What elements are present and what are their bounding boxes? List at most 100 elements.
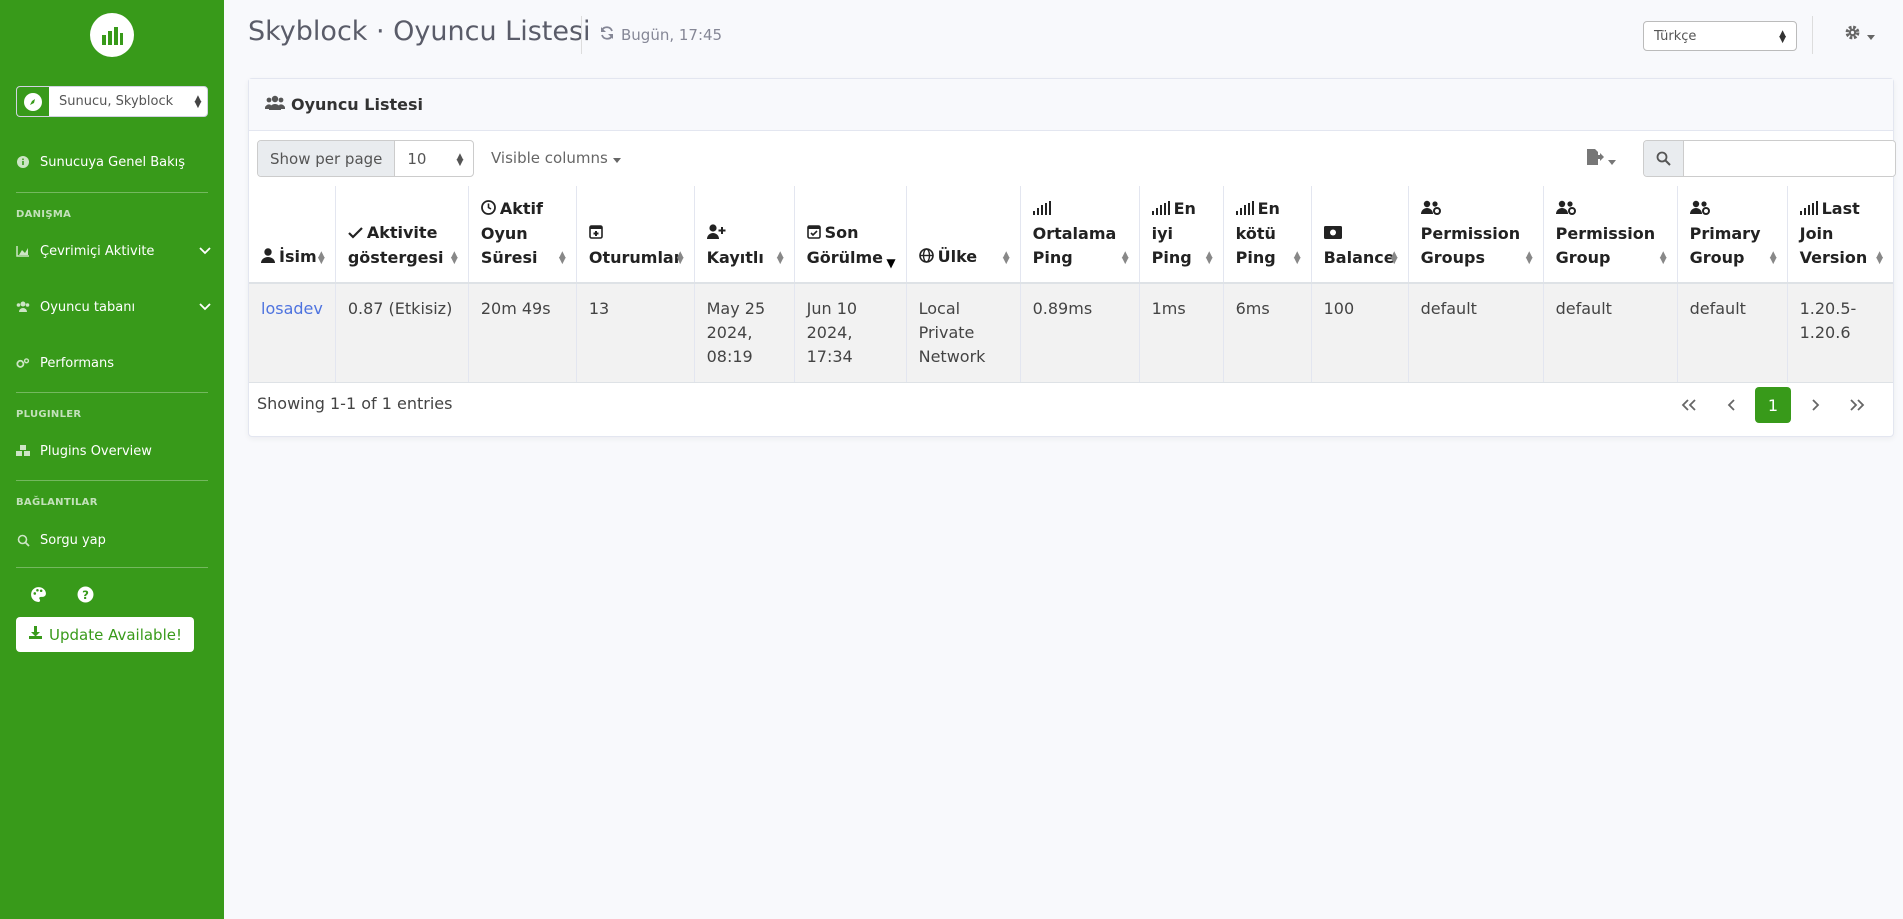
header-divider — [1812, 16, 1813, 54]
per-page-control: Show per page 10 ▲ ▼ — [257, 140, 475, 177]
cell-primary-group: default — [1677, 283, 1788, 383]
page-button-current[interactable]: 1 — [1755, 387, 1791, 423]
sidebar-section-links: BAĞLANTILAR — [16, 497, 98, 508]
sidebar: Sunucu, Skyblock ▲ ▼ Sunucuya Genel Bakış… — [0, 0, 224, 919]
server-select-label: Sunucu, Skyblock — [59, 94, 174, 109]
update-label: Update Available! — [48, 625, 182, 644]
visible-columns-dropdown[interactable]: Visible columns — [491, 149, 621, 167]
sidebar-section-analysis: DANIŞMA — [16, 209, 72, 220]
page-title: Skyblock · Oyuncu Listesi — [248, 16, 591, 47]
refresh-icon — [599, 25, 615, 45]
info-circle-icon — [16, 155, 30, 169]
col-header-avg-ping[interactable]: Ortalama Ping ▲ ▼ — [1020, 186, 1140, 284]
chevron-down-icon — [199, 244, 211, 259]
col-header-name[interactable]: İsim ▲ ▼ — [249, 186, 336, 284]
col-header-registered[interactable]: Kayıtlı ▲ ▼ — [694, 186, 795, 284]
sidebar-item-plugins-overview[interactable]: Plugins Overview — [16, 441, 211, 461]
sidebar-item-overview[interactable]: Sunucuya Genel Bakış — [16, 152, 211, 172]
sort-icon: ▲ ▼ — [558, 250, 566, 266]
sort-icon: ▲ ▼ — [1525, 250, 1533, 266]
select-arrows-icon: ▲ ▼ — [456, 152, 464, 168]
sidebar-item-label: Oyuncu tabanı — [40, 299, 136, 315]
search-icon — [1644, 141, 1684, 176]
sort-icon: ▲ ▼ — [676, 250, 684, 266]
cell-playtime: 20m 49s — [468, 283, 577, 383]
col-header-last-seen[interactable]: Son Görülme ▼ — [794, 186, 907, 284]
col-header-primary-group[interactable]: Primary Group ▲ ▼ — [1677, 186, 1788, 284]
sidebar-item-label: Sunucuya Genel Bakış — [40, 154, 185, 170]
update-available-button[interactable]: Update Available! — [16, 617, 194, 652]
language-select[interactable]: Türkçe ▲ ▼ — [1643, 21, 1797, 51]
sidebar-item-label: Plugins Overview — [40, 443, 152, 459]
cell-registered: May 25 2024, 08:19 — [694, 283, 795, 383]
select-arrows-icon: ▲ ▼ — [194, 93, 202, 110]
per-page-value: 10 — [407, 149, 427, 168]
col-header-worst-ping[interactable]: En kötü Ping ▲ ▼ — [1223, 186, 1312, 284]
first-page-button[interactable] — [1671, 387, 1707, 423]
sidebar-item-query[interactable]: Sorgu yap — [16, 530, 211, 550]
cogs-icon — [16, 356, 30, 370]
player-table: İsim ▲ ▼ Aktivite göstergesi ▲ ▼ Aktif Oyun … — [249, 186, 1893, 383]
sort-icon: ▲ ▼ — [1205, 250, 1213, 266]
sidebar-item-label: Çevrimiçi Aktivite — [40, 243, 155, 259]
logo[interactable] — [90, 13, 134, 57]
chevron-down-icon — [199, 300, 211, 315]
settings-dropdown[interactable] — [1844, 24, 1875, 45]
server-select[interactable]: Sunucu, Skyblock ▲ ▼ — [16, 86, 208, 117]
search-input[interactable] — [1684, 141, 1895, 176]
bar-chart-icon — [102, 27, 123, 45]
sort-icon: ▲ ▼ — [1876, 250, 1883, 266]
col-header-label: İsim — [279, 247, 317, 266]
player-link[interactable]: losadev — [261, 299, 323, 318]
globe-icon — [918, 246, 934, 270]
col-header-last-join-version[interactable]: Last Join Version ▲ ▼ — [1787, 186, 1893, 284]
col-header-permission-groups[interactable]: Permission Groups ▲ ▼ — [1408, 186, 1544, 284]
chevron-left-icon — [1727, 395, 1736, 416]
col-header-balance[interactable]: Balance ▲ ▼ — [1311, 186, 1409, 284]
per-page-select[interactable]: 10 ▲ ▼ — [395, 141, 473, 176]
sort-icon: ▲ ▼ — [1121, 250, 1129, 266]
signal-icon — [1032, 198, 1051, 222]
select-arrows-icon: ▲ ▼ — [1779, 29, 1786, 45]
col-header-sessions[interactable]: Oturumlar ▲ ▼ — [576, 186, 695, 284]
last-page-button[interactable] — [1839, 387, 1875, 423]
previous-page-button[interactable] — [1713, 387, 1749, 423]
sort-icon: ▲ ▼ — [1390, 250, 1398, 266]
users-cog-icon — [1420, 198, 1441, 222]
table-toolbar: Show per page 10 ▲ ▼ Visible columns — [257, 140, 1896, 178]
refresh-button[interactable]: Bugün, 17:45 — [599, 25, 722, 45]
search-icon — [16, 533, 30, 547]
gear-icon — [1844, 24, 1861, 45]
sidebar-item-online-activity[interactable]: Çevrimiçi Aktivite — [16, 241, 211, 261]
chevrons-right-icon — [1849, 395, 1865, 416]
col-header-label: Ortalama Ping — [1032, 224, 1117, 267]
per-page-label: Show per page — [258, 141, 396, 176]
next-page-button[interactable] — [1797, 387, 1833, 423]
col-header-permission-group[interactable]: Permission Group ▲ ▼ — [1543, 186, 1678, 284]
sidebar-item-performance[interactable]: Performans — [16, 353, 211, 373]
col-header-best-ping[interactable]: En iyi Ping ▲ ▼ — [1139, 186, 1224, 284]
col-header-country[interactable]: Ülke ▲ ▼ — [906, 186, 1021, 284]
file-export-icon — [1586, 149, 1604, 169]
sort-icon: ▲ ▼ — [450, 250, 458, 266]
sort-icon: ▲ ▼ — [1002, 250, 1010, 266]
export-dropdown[interactable] — [1586, 149, 1616, 169]
table-search — [1643, 140, 1896, 177]
sidebar-item-player-base[interactable]: Oyuncu tabanı — [16, 297, 211, 317]
col-header-activity-index[interactable]: Aktivite göstergesi ▲ ▼ — [335, 186, 469, 284]
palette-icon[interactable] — [30, 586, 47, 607]
svg-text:?: ? — [82, 588, 89, 602]
help-circle-icon[interactable]: ? — [77, 586, 94, 607]
cell-best-ping: 1ms — [1139, 283, 1224, 383]
caret-down-icon — [1867, 25, 1875, 44]
col-header-label: Balance — [1323, 248, 1395, 267]
cell-balance: 100 — [1311, 283, 1409, 383]
cell-permission-group: default — [1543, 283, 1678, 383]
cell-worst-ping: 6ms — [1223, 283, 1312, 383]
signal-icon — [1235, 198, 1254, 222]
sidebar-divider — [16, 480, 208, 481]
col-header-playtime[interactable]: Aktif Oyun Süresi ▲ ▼ — [468, 186, 577, 284]
visible-columns-label: Visible columns — [491, 149, 608, 167]
col-header-label: Kayıtlı — [706, 248, 764, 267]
sort-icon: ▲ ▼ — [317, 250, 325, 266]
